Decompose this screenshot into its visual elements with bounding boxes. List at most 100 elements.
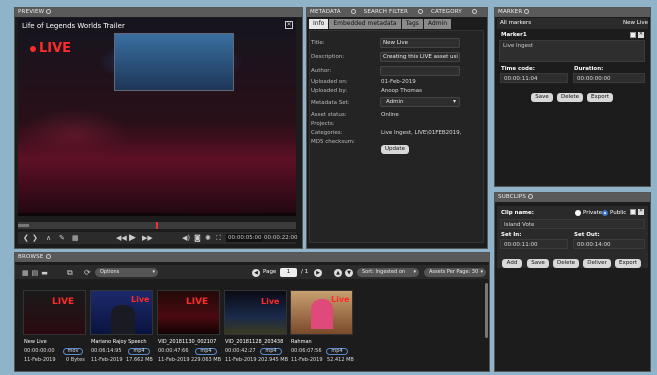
update-button[interactable]: Update <box>381 145 409 154</box>
subclip-add-button[interactable]: Add <box>502 259 522 268</box>
asset-thumbnail[interactable]: LIVE <box>157 290 220 335</box>
duration-input[interactable]: 00:00:00:00 <box>573 73 645 83</box>
marker-description[interactable]: Live Ingest <box>499 40 645 62</box>
asset-title[interactable]: New Live <box>24 339 47 345</box>
preview-header: PREVIEW <box>15 8 302 17</box>
add-media-icon[interactable]: ⧉ <box>67 268 73 278</box>
uploaded-on-label: Uploaded on: <box>311 79 348 85</box>
subclip-deliver-button[interactable]: Deliver <box>583 259 611 268</box>
marker-checkbox[interactable] <box>630 32 636 38</box>
tab-embedded-metadata[interactable]: Embedded metadata <box>329 19 401 29</box>
sort-dropdown[interactable]: Sort: Ingested on <box>357 268 419 277</box>
clip-name-input[interactable]: Island Vote <box>500 219 645 229</box>
tab-admin[interactable]: Admin <box>423 19 452 29</box>
sort-asc-icon[interactable]: ▲ <box>334 269 342 277</box>
pen-icon[interactable]: ✎ <box>59 233 65 243</box>
marker-delete-button[interactable]: Delete <box>557 93 583 102</box>
options-dropdown[interactable]: Options <box>95 268 158 277</box>
author-input[interactable] <box>380 66 460 76</box>
md5-label: MD5 checksum: <box>311 139 355 145</box>
asset-thumbnail[interactable]: Live <box>224 290 287 335</box>
subclip-checkbox[interactable] <box>630 209 636 215</box>
refresh-icon[interactable]: ⟳ <box>84 268 91 277</box>
asset-duration: 00:00:47:66 <box>158 348 189 354</box>
tab-info[interactable]: Info <box>309 19 329 29</box>
subclips-header-label: SUBCLIPS <box>498 194 527 200</box>
volume-icon[interactable]: ◀) <box>182 233 190 243</box>
next-page-icon[interactable]: ▶ <box>314 269 322 277</box>
asset-title[interactable]: Mariano Rajoy Speech <box>91 339 147 345</box>
fullscreen-icon[interactable]: ⛶ <box>216 233 221 243</box>
collapse-icon[interactable] <box>350 9 356 14</box>
marker-export-button[interactable]: Export <box>587 93 613 102</box>
marker-header: MARKER <box>495 8 650 17</box>
live-badge: Live <box>331 295 350 304</box>
marker-name: Marker1 <box>501 32 527 38</box>
asset-date: 11-Feb-2019 <box>225 357 257 363</box>
fast-forward-icon[interactable]: ▶▶ <box>142 233 153 243</box>
video-player[interactable]: Life of Legends Worlds Trailer ✕ LIVE <box>18 18 296 216</box>
metadata-set-select[interactable]: Admin <box>380 97 460 107</box>
asset-thumbnail[interactable]: Live <box>290 290 353 335</box>
play-icon[interactable]: ▶ <box>129 233 136 243</box>
tab-metadata[interactable]: METADATA <box>310 9 341 15</box>
title-input[interactable]: New Live <box>380 38 460 48</box>
preview-header-label: PREVIEW <box>18 9 45 15</box>
all-markers-dropdown[interactable]: All markers <box>500 20 531 26</box>
page-total: / 1 <box>301 269 309 275</box>
page-input[interactable]: 1 <box>280 268 297 277</box>
collapse-icon[interactable] <box>528 194 534 199</box>
clip-icon[interactable]: ▦ <box>72 233 79 243</box>
view-toggle-icons[interactable]: ▦▤▬ <box>22 269 51 277</box>
subclip-save-button[interactable]: Save <box>527 259 549 268</box>
metadata-header: METADATA SEARCH FILTER CATEGORY <box>307 8 487 17</box>
rewind-icon[interactable]: ◀◀ <box>116 233 127 243</box>
set-out-input[interactable]: 00:00:14:00 <box>573 239 645 249</box>
prev-page-icon[interactable]: ◀ <box>252 269 260 277</box>
per-page-dropdown[interactable]: Assets Per Page: 30 <box>424 268 486 277</box>
asset-title[interactable]: VID_20181128_203438 <box>225 339 283 345</box>
delete-icon[interactable]: ✕ <box>638 209 644 215</box>
asset-size: 52.412 MB <box>327 357 354 363</box>
player-controls: ❮ ❯ ∧ ✎ ▦ ◀◀ ▶ ▶▶ ◀) ◙ ✺ ⛶ 00:00:05:00 0… <box>18 232 300 244</box>
public-radio[interactable] <box>602 210 608 216</box>
asset-date: 11-Feb-2019 <box>24 357 56 363</box>
collapse-icon[interactable] <box>418 9 423 14</box>
marker-header-label: MARKER <box>498 9 523 15</box>
set-in-label: Set In: <box>501 232 522 238</box>
asset-title[interactable]: Rahman <box>291 339 312 345</box>
collapse-icon[interactable] <box>471 9 477 14</box>
asset-format-badge: mp4 <box>260 348 282 355</box>
sort-desc-icon[interactable]: ▼ <box>345 269 353 277</box>
subclip-export-button[interactable]: Export <box>615 259 641 268</box>
asset-duration: 00:00:42:27 <box>225 348 256 354</box>
collapse-icon[interactable] <box>46 9 52 14</box>
collapse-icon[interactable] <box>524 9 530 14</box>
tab-tags[interactable]: Tags <box>401 19 423 29</box>
browse-scrollbar[interactable] <box>485 283 488 338</box>
total-time: 00:00:22:00 <box>262 234 300 242</box>
live-badge: LIVE <box>52 297 75 307</box>
set-in-input[interactable]: 00:00:11:00 <box>500 239 568 249</box>
mark-out-icon[interactable]: ❯ <box>32 233 38 243</box>
description-input[interactable]: Creating this LIVE asset usi <box>380 52 460 62</box>
close-icon[interactable]: ✕ <box>285 21 293 29</box>
mark-in-icon[interactable]: ❮ <box>23 233 29 243</box>
uploaded-by-label: Uploaded by: <box>311 88 348 94</box>
collapse-icon[interactable] <box>45 254 51 259</box>
settings-icon[interactable]: ✺ <box>205 233 211 243</box>
asset-thumbnail[interactable]: LIVE <box>23 290 86 335</box>
tab-category[interactable]: CATEGORY <box>431 9 462 15</box>
asset-thumbnail[interactable]: Live <box>90 290 153 335</box>
camera-icon[interactable]: ◙ <box>194 233 201 243</box>
delete-icon[interactable]: ✕ <box>638 32 644 38</box>
timecode-input[interactable]: 00:00:11:04 <box>500 73 568 83</box>
asset-title[interactable]: VID_20181130_002107 <box>158 339 216 345</box>
tab-search-filter[interactable]: SEARCH FILTER <box>364 9 408 15</box>
timeline-marker[interactable] <box>156 222 158 229</box>
private-radio[interactable] <box>575 210 581 216</box>
up-icon[interactable]: ∧ <box>46 233 51 243</box>
marker-save-button[interactable]: Save <box>531 93 553 102</box>
timeline-scrubber[interactable] <box>18 222 296 229</box>
subclip-delete-button[interactable]: Delete <box>553 259 579 268</box>
